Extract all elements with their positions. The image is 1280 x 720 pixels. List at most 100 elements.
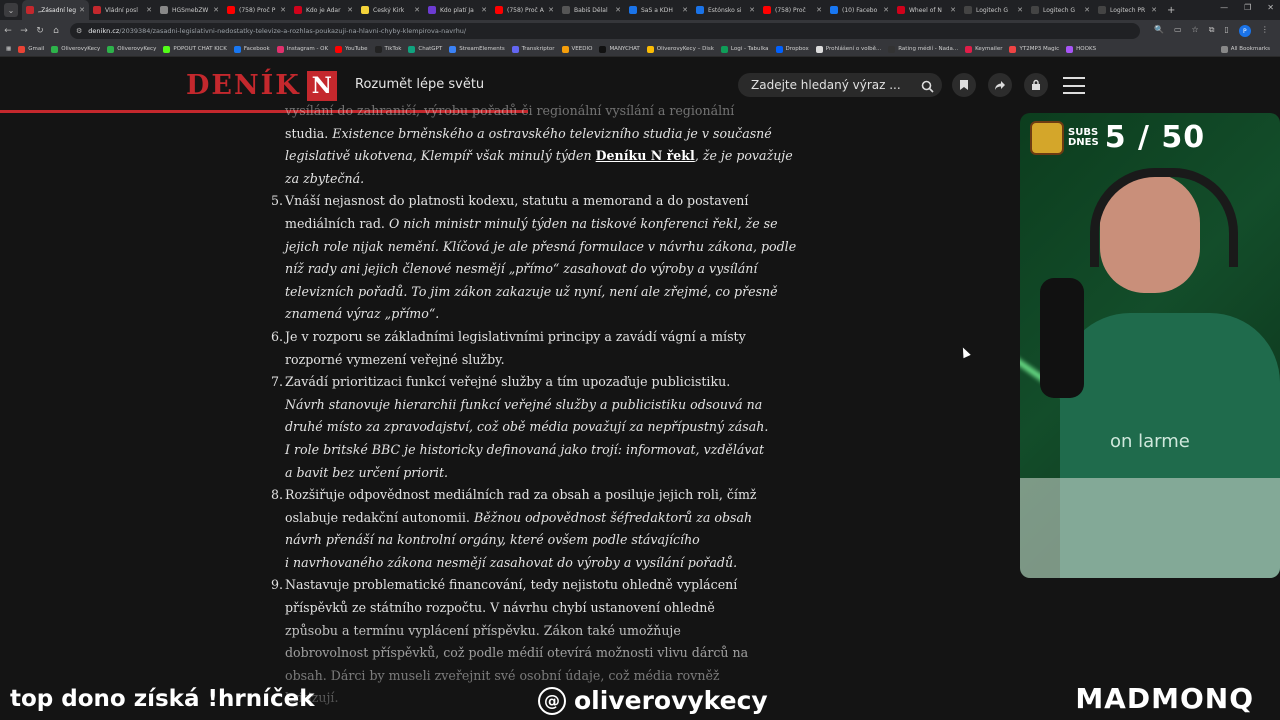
bookmark-item[interactable]: Instagram - OK [276,45,328,53]
bookmark-item[interactable]: Facebook [233,45,270,53]
new-tab-button[interactable]: + [1167,5,1175,16]
bookmark-item[interactable]: MANYCHAT [599,45,640,53]
browser-tab[interactable]: Logitech G ✕ [960,0,1027,20]
forward-button[interactable]: → [16,26,32,36]
browser-tab[interactable]: HGSmebZW ✕ [156,0,223,20]
minimize-button[interactable]: — [1220,3,1228,12]
hamburger-menu-icon[interactable] [1063,77,1085,94]
browser-tab[interactable]: (758) Proč ✕ [759,0,826,20]
bookmark-item[interactable]: ChatGPT [408,45,442,53]
share-button[interactable] [988,73,1012,97]
tab-close-icon[interactable]: ✕ [883,6,889,14]
profile-avatar[interactable]: P [1238,25,1251,37]
address-bar[interactable]: ⚙ denikn.cz /2039384/zasadni-legislativn… [70,23,1140,39]
article-line: způsobu a termínu vyplácení příspěvku. Z… [285,620,725,643]
article-text: Je v rozporu se základními legislativním… [285,328,746,344]
tab-close-icon[interactable]: ✕ [280,6,286,14]
article-text: Nastavuje problematické financování, ted… [285,577,738,593]
browser-tab[interactable]: SaS a KDH ✕ [625,0,692,20]
bookmark-item[interactable]: YouTube [335,45,368,53]
bookmark-item[interactable]: Logi - Tabulka [720,45,769,53]
account-button[interactable] [1024,73,1048,97]
bookmark-item[interactable]: POPOUT CHAT KICK [163,45,227,53]
tab-close-icon[interactable]: ✕ [146,6,152,14]
tab-close-icon[interactable]: ✕ [950,6,956,14]
bookmark-item[interactable]: HOOKS [1066,45,1096,53]
tab-close-icon[interactable]: ✕ [548,6,554,14]
browser-tab[interactable]: (10) Facebo ✕ [826,0,893,20]
bookmark-item[interactable]: Gmail [18,45,44,53]
list-number: 6. [271,328,284,344]
bookmark-item[interactable]: Dropbox [775,45,809,53]
site-info-icon[interactable]: ⚙ [76,27,82,35]
apps-icon[interactable]: ▦ [6,46,11,52]
bookmark-item[interactable]: OliverovyKecy [107,45,156,53]
tab-search-button[interactable]: ⌄ [4,3,18,17]
article-text: Zavádí prioritizaci funkcí veřejné služb… [285,374,731,390]
maximize-button[interactable]: ❐ [1244,3,1251,12]
tab-close-icon[interactable]: ✕ [682,6,688,14]
microphone [1040,278,1084,398]
article-link[interactable]: Deníku N řekl [596,148,695,163]
bookmark-star-icon[interactable]: ☆ [1192,25,1199,37]
bookmark-item[interactable]: VEEDIO [561,45,592,53]
all-bookmarks[interactable]: All Bookmarks [1220,45,1270,53]
tab-close-icon[interactable]: ✕ [615,6,621,14]
browser-tab[interactable]: (758) Proč P ✕ [223,0,290,20]
bookmark-item[interactable]: Prohlášení o volbě... [815,45,882,53]
tab-close-icon[interactable]: ✕ [481,6,487,14]
home-button[interactable]: ⌂ [48,26,64,36]
browser-tab[interactable]: Český Kirk ✕ [357,0,424,20]
browser-tab[interactable]: Babiš Dělal ✕ [558,0,625,20]
article-text: Běžnou odpovědnost šéfredaktorů za obsah [473,509,753,525]
bookmark-item[interactable]: Keymailer [965,45,1002,53]
tab-close-icon[interactable]: ✕ [347,6,353,14]
bookmark-item[interactable]: OliverovyKecy [51,45,100,53]
article-text: televizních pořadů. To jim zákon zakazuj… [285,283,778,299]
list-number: 5. [271,193,284,209]
extensions-icon[interactable]: ⧉ [1209,25,1215,37]
browser-tab[interactable]: (758) Proč A ✕ [491,0,558,20]
article-line: i navrhovaného zákona nesmějí zasahovat … [285,552,737,575]
zoom-icon[interactable]: 🔍 [1154,25,1164,37]
sidepanel-icon[interactable]: ▯ [1224,25,1228,37]
bookmark-favicon-icon [561,45,569,53]
bookmark-item[interactable]: OliverovyKecy – Disk [646,45,714,53]
tab-close-icon[interactable]: ✕ [79,6,85,14]
browser-tab[interactable]: Logitech G ✕ [1027,0,1094,20]
close-window-button[interactable]: ✕ [1267,3,1274,12]
browser-tab[interactable]: Vládní posl ✕ [89,0,156,20]
site-logo[interactable]: DENÍK N [186,70,337,101]
tab-close-icon[interactable]: ✕ [1151,6,1157,14]
bookmark-label: Prohlášení o volbě... [825,46,882,52]
search-box[interactable] [738,73,942,97]
bookmark-item[interactable]: StreamElements [449,45,505,53]
browser-tab[interactable]: Estónsko si ✕ [692,0,759,20]
browser-tab[interactable]: „Zásadní leg ✕ [22,0,89,20]
bookmark-item[interactable]: Rating médií - Nada... [888,45,958,53]
article-line: rozporné vymezení veřejné služby. [285,349,725,372]
tab-close-icon[interactable]: ✕ [749,6,755,14]
bookmark-item[interactable]: YT2MP3 Magic [1009,45,1059,53]
subs-count: 5 / 50 [1104,120,1206,155]
browser-tab[interactable]: Wheel of N ✕ [893,0,960,20]
tab-close-icon[interactable]: ✕ [1084,6,1090,14]
browser-tab[interactable]: Kdo je Adar ✕ [290,0,357,20]
back-button[interactable]: ← [0,26,16,36]
tab-close-icon[interactable]: ✕ [213,6,219,14]
tab-title: „Zásadní leg [38,6,77,14]
search-input[interactable] [749,77,923,93]
browser-tab[interactable]: Kdo platí Ja ✕ [424,0,491,20]
reload-button[interactable]: ↻ [32,26,48,36]
tab-close-icon[interactable]: ✕ [414,6,420,14]
search-icon[interactable] [921,78,934,97]
browser-tab[interactable]: Logitech PR ✕ [1094,0,1161,20]
bookmark-item[interactable]: TikTok [374,45,401,53]
cast-icon[interactable]: ▭ [1174,25,1182,37]
tab-close-icon[interactable]: ✕ [1017,6,1023,14]
browser-menu-icon[interactable]: ⋮ [1261,25,1269,37]
tab-close-icon[interactable]: ✕ [816,6,822,14]
tab-title: (10) Facebo [842,6,878,14]
bookmark-button[interactable] [952,73,976,97]
bookmark-item[interactable]: Transkriptor [511,45,555,53]
